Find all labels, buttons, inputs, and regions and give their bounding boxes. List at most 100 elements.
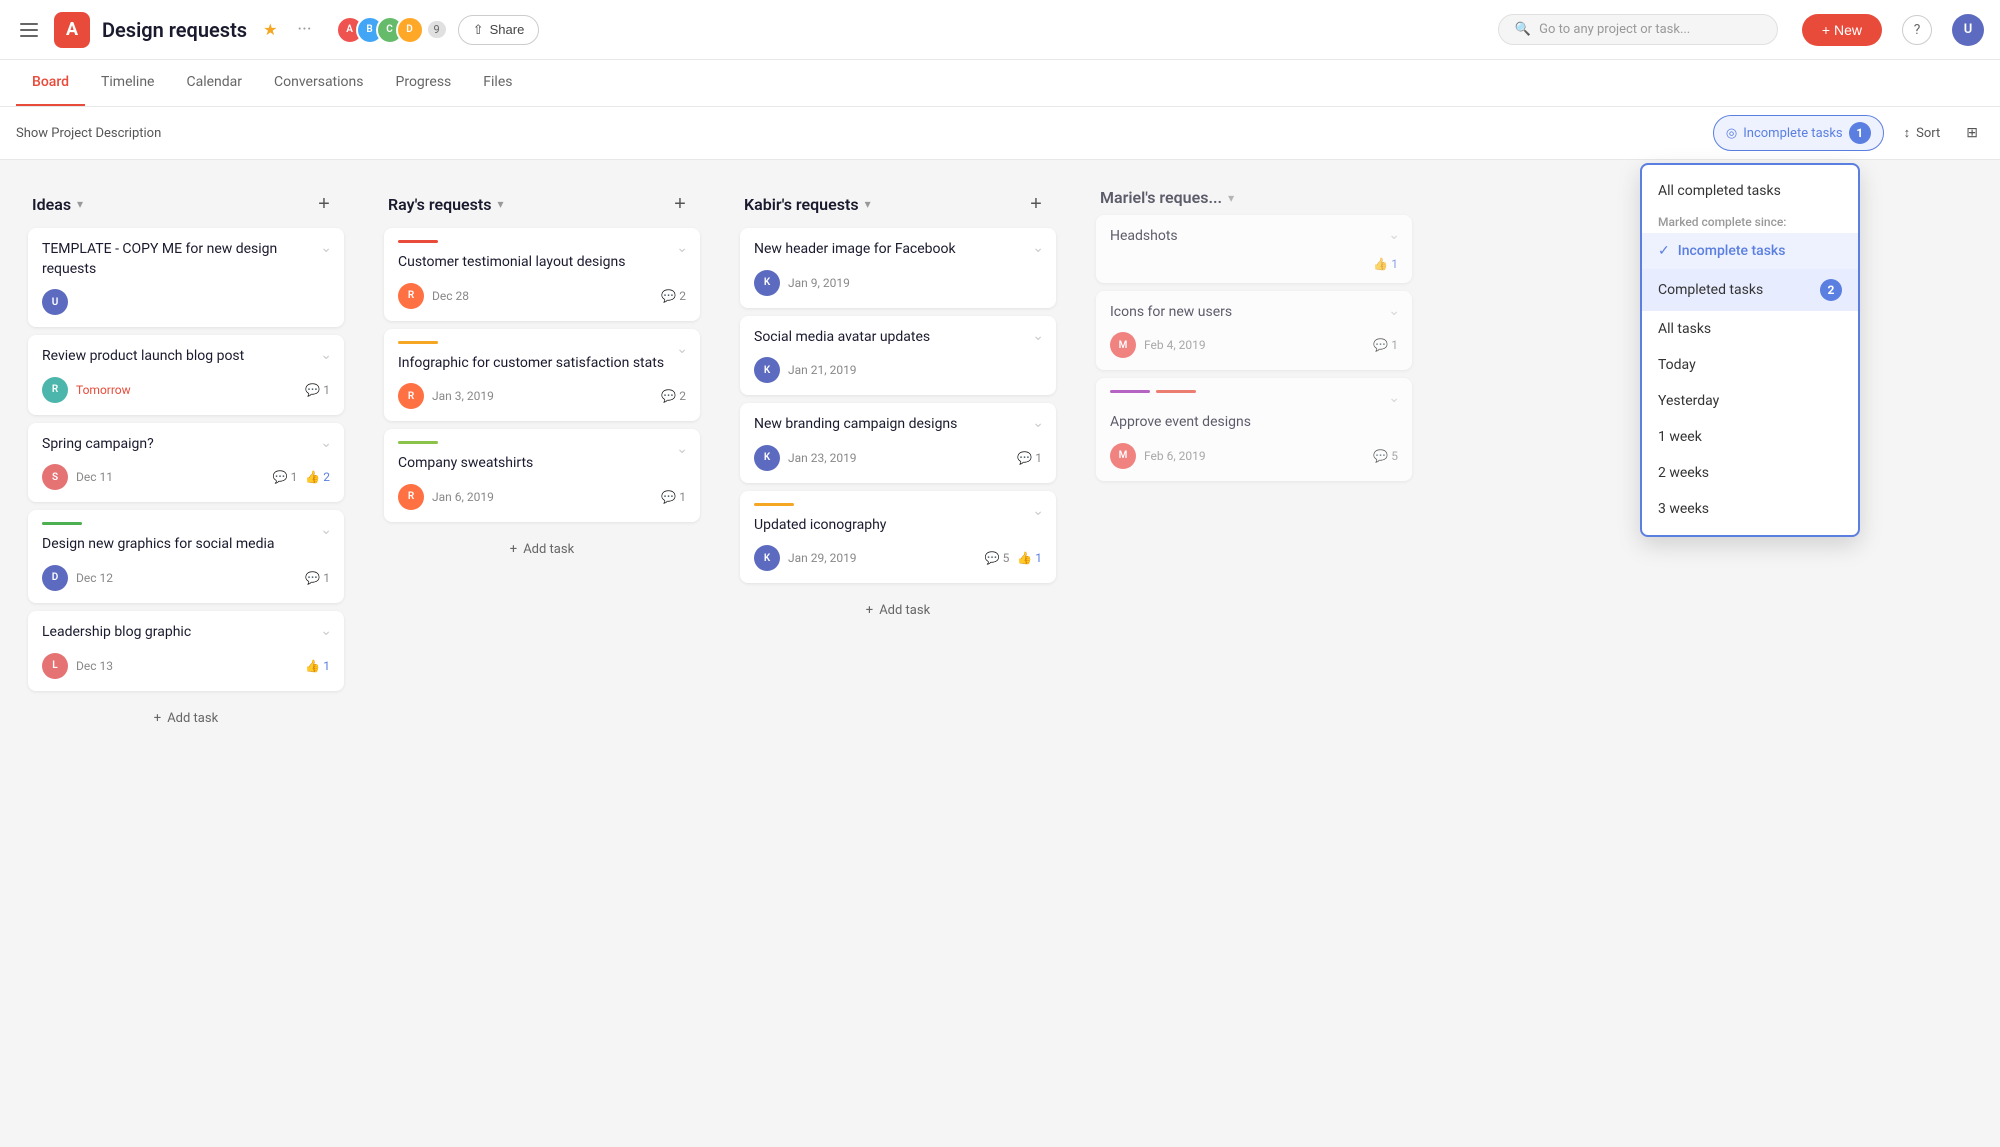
show-description-link[interactable]: Show Project Description [16,126,161,141]
more-options-icon[interactable]: ··· [289,15,319,44]
search-bar[interactable]: 🔍 Go to any project or task... [1498,14,1778,45]
card-social-avatar[interactable]: ⌄ Social media avatar updates K Jan 21, … [740,316,1056,396]
1week-label: 1 week [1658,429,1702,445]
help-button[interactable]: ? [1902,15,1932,45]
dropdown-all-completed[interactable]: All completed tasks [1642,173,1858,209]
column-title-mariels[interactable]: Mariel's reques... ▾ [1100,188,1234,207]
chevron-down-icon: ▾ [497,197,503,211]
expand-icon[interactable]: ⌄ [1032,503,1044,519]
dropdown-item-all[interactable]: All tasks [1642,311,1858,347]
add-task-button-rays[interactable]: + [664,188,696,220]
card-title: Company sweatshirts [398,454,686,474]
card-meta: 💬 1 [305,383,330,397]
expand-icon[interactable]: ⌄ [676,240,688,256]
card-meta: 👍 1 [1373,257,1398,271]
new-button[interactable]: + New [1802,14,1882,46]
card-title: Leadership blog graphic [42,623,330,643]
user-avatar[interactable]: U [1952,14,1984,46]
star-icon[interactable]: ★ [263,20,277,39]
header: A Design requests ★ ··· A B C D 9 ⇧ Shar… [0,0,2000,60]
expand-icon[interactable]: ⌄ [320,240,332,256]
expand-icon[interactable]: ⌄ [676,441,688,457]
card-icons-new-users[interactable]: ⌄ Icons for new users M Feb 4, 2019 💬 1 [1096,291,1412,371]
comment-count: 💬 2 [661,289,686,303]
add-task-button-ideas[interactable]: + [308,188,340,220]
add-task-button-kabirs[interactable]: + [1020,188,1052,220]
project-title: Design requests [102,18,247,42]
expand-icon[interactable]: ⌄ [1388,390,1400,406]
all-completed-label: All completed tasks [1658,183,1781,199]
chevron-down-icon: ▾ [865,197,871,211]
expand-icon[interactable]: ⌄ [320,623,332,639]
card-meta: 💬 2 [661,289,686,303]
card-review-product[interactable]: ⌄ Review product launch blog post R Tomo… [28,335,344,415]
card-leadership-blog[interactable]: ⌄ Leadership blog graphic L Dec 13 👍 1 [28,611,344,691]
column-title-kabirs[interactable]: Kabir's requests ▾ [744,195,871,214]
color-bar [398,240,438,243]
card-design-graphics[interactable]: ⌄ Design new graphics for social media D… [28,510,344,603]
column-mariels-requests: Mariel's reques... ▾ ⌄ Headshots 👍 1 ⌄ I… [1084,176,1424,489]
card-avatar: K [754,270,780,296]
add-card-button-rays[interactable]: + Add task [388,534,696,565]
column-title-rays[interactable]: Ray's requests ▾ [388,195,504,214]
plus-icon: + [154,711,161,726]
add-card-button-ideas[interactable]: + Add task [32,703,340,734]
card-customer-testimonial[interactable]: ⌄ Customer testimonial layout designs R … [384,228,700,321]
expand-icon[interactable]: ⌄ [320,522,332,538]
view-settings-button[interactable]: ⊞ [1960,119,1984,147]
card-avatar: U [42,289,68,315]
card-iconography[interactable]: ⌄ Updated iconography K Jan 29, 2019 💬 5… [740,491,1056,584]
tab-board[interactable]: Board [16,60,85,106]
card-infographic[interactable]: ⌄ Infographic for customer satisfaction … [384,329,700,422]
tab-conversations[interactable]: Conversations [258,60,379,106]
filter-icon: ◎ [1726,126,1737,141]
color-bar [42,522,82,525]
card-title: Spring campaign? [42,435,330,455]
card-headshots[interactable]: ⌄ Headshots 👍 1 [1096,215,1412,283]
expand-icon[interactable]: ⌄ [1388,303,1400,319]
card-branding-campaign[interactable]: ⌄ New branding campaign designs K Jan 23… [740,403,1056,483]
expand-icon[interactable]: ⌄ [320,347,332,363]
card-title: Approve event designs [1110,413,1398,433]
card-spring-campaign[interactable]: ⌄ Spring campaign? S Dec 11 💬 1 👍 2 [28,423,344,503]
dropdown-item-2weeks[interactable]: 2 weeks [1642,455,1858,491]
card-template[interactable]: ⌄ TEMPLATE - COPY ME for new design requ… [28,228,344,327]
card-footer: R Jan 3, 2019 💬 2 [398,383,686,409]
color-bar [754,503,794,506]
expand-icon[interactable]: ⌄ [1388,227,1400,243]
menu-icon[interactable] [16,19,42,41]
card-avatar: L [42,653,68,679]
card-company-sweatshirts[interactable]: ⌄ Company sweatshirts R Jan 6, 2019 💬 1 [384,429,700,522]
dropdown-item-1week[interactable]: 1 week [1642,419,1858,455]
expand-icon[interactable]: ⌄ [676,341,688,357]
sort-button[interactable]: ↕ Sort [1892,119,1953,147]
tab-timeline[interactable]: Timeline [85,60,170,106]
card-meta: 💬 1 👍 2 [273,470,330,484]
share-button[interactable]: ⇧ Share [458,15,540,45]
column-header-rays: Ray's requests ▾ + [372,176,712,228]
like-count: 👍 1 [1373,257,1398,271]
card-title: New header image for Facebook [754,240,1042,260]
add-card-button-kabirs[interactable]: + Add task [744,595,1052,626]
expand-icon[interactable]: ⌄ [1032,328,1044,344]
filter-button[interactable]: ◎ Incomplete tasks 1 [1713,115,1884,151]
card-avatar: R [398,383,424,409]
dropdown-item-incomplete[interactable]: ✓ Incomplete tasks [1642,233,1858,269]
expand-icon[interactable]: ⌄ [320,435,332,451]
dropdown-item-3weeks[interactable]: 3 weeks [1642,491,1858,527]
dropdown-item-today[interactable]: Today [1642,347,1858,383]
tab-files[interactable]: Files [467,60,528,106]
expand-icon[interactable]: ⌄ [1032,240,1044,256]
expand-icon[interactable]: ⌄ [1032,415,1044,431]
tab-progress[interactable]: Progress [380,60,468,106]
card-footer: R Dec 28 💬 2 [398,283,686,309]
app-logo: A [54,12,90,48]
tab-calendar[interactable]: Calendar [170,60,258,106]
dropdown-item-completed[interactable]: Completed tasks 2 [1642,269,1858,311]
card-footer: R Jan 6, 2019 💬 1 [398,484,686,510]
card-header-image[interactable]: ⌄ New header image for Facebook K Jan 9,… [740,228,1056,308]
card-approve-event[interactable]: ⌄ Approve event designs M Feb 6, 2019 💬 … [1096,378,1412,481]
column-title-ideas[interactable]: Ideas ▾ [32,195,83,214]
dropdown-item-yesterday[interactable]: Yesterday [1642,383,1858,419]
2weeks-label: 2 weeks [1658,465,1709,481]
